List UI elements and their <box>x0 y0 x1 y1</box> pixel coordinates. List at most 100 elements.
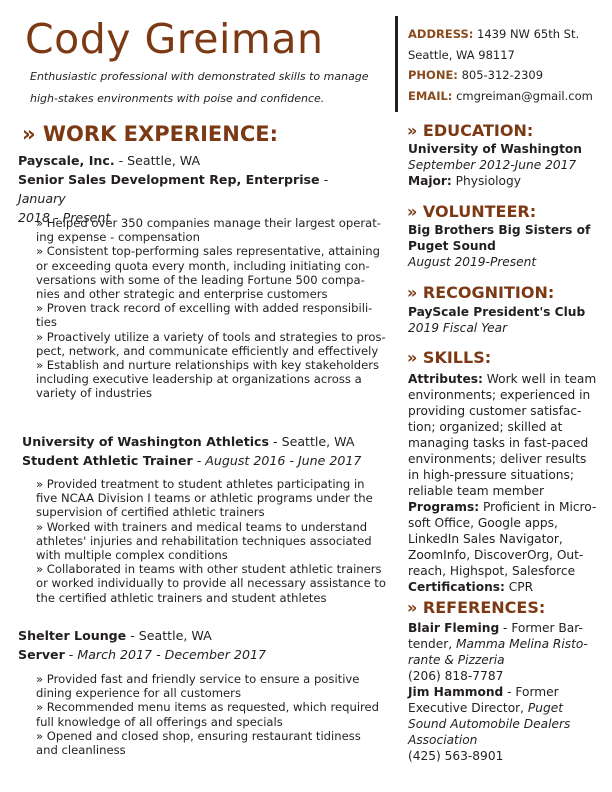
attributes-line: environments; deliver results <box>408 452 587 466</box>
heading-text: SKILLS: <box>422 348 492 367</box>
tagline-line: high-stakes environments with poise and … <box>30 92 325 105</box>
programs-label: Programs: <box>408 500 480 514</box>
bullet-line: » Provided fast and friendly service to … <box>36 672 360 686</box>
bullet-line: » Collaborated in teams with other stude… <box>36 562 382 577</box>
education-block: University of Washington September 2012-… <box>408 141 608 189</box>
programs-line: ZoomInfo, DiscoverOrg, Out- <box>408 548 584 562</box>
bullet-line: » Helped over 350 companies manage their… <box>36 216 381 230</box>
bullet-line: » Establish and nurture relationships wi… <box>36 358 380 373</box>
tagline-line: Enthusiastic professional with demonstra… <box>30 70 369 83</box>
reference-place: Mamma Melina Risto- <box>456 637 588 651</box>
bullet-line: and cleanliness <box>36 743 126 758</box>
reference-line: Executive Director, Puget <box>408 700 608 716</box>
bullet: » Proven track record of excelling with … <box>36 301 386 329</box>
bullet-line: » Opened and closed shop, ensuring resta… <box>36 728 361 743</box>
job-shelter-lounge: Shelter Lounge - Seattle, WA Server - Ma… <box>18 626 378 664</box>
bullet-line: ing expense - compensation <box>36 230 200 245</box>
heading-marker: » <box>22 122 36 146</box>
attributes-line: tion; organized; skilled at <box>408 420 563 434</box>
job-title-line: Student Athletic Trainer - August 2016 -… <box>22 451 382 470</box>
bullet-line: supervision of certified athletic traine… <box>36 505 265 520</box>
job-bullets-payscale: » Helped over 350 companies manage their… <box>36 216 386 401</box>
bullet-line: pect, network, and communicate efficient… <box>36 343 379 358</box>
major-line: Major: Physiology <box>408 173 608 189</box>
reference-line: Blair Fleming - Former Bar- <box>408 620 608 636</box>
job-location: - Seattle, WA <box>269 434 355 449</box>
bullet: » Consistent top-performing sales repres… <box>36 244 386 301</box>
major-label: Major: <box>408 174 452 188</box>
volunteer-heading: » VOLUNTEER: <box>407 201 536 223</box>
attributes-label: Attributes: <box>408 372 483 386</box>
attributes-line: environments; experienced in <box>408 388 591 402</box>
bullet: » Provided treatment to student athletes… <box>36 477 386 520</box>
skills-block: Attributes: Work well in team environmen… <box>408 371 608 595</box>
bullet-line: nies and other strategic and enterprise … <box>36 287 328 302</box>
attributes-line: managing tasks in fast-paced <box>408 436 589 450</box>
reference-name: Blair Fleming <box>408 621 500 635</box>
bullet-line: or exceeding quota every month, includin… <box>36 258 370 273</box>
job-org-line: Shelter Lounge - Seattle, WA <box>18 626 378 645</box>
award-name: PayScale President's Club <box>408 305 586 319</box>
email-label: EMAIL: <box>408 88 453 103</box>
phone-label: PHONE: <box>408 68 458 82</box>
certifications-line: Certifications: CPR <box>408 579 608 595</box>
recognition-heading: » RECOGNITION: <box>407 282 554 304</box>
reference-role: - Former <box>503 685 559 699</box>
candidate-name: Cody Greiman <box>25 15 324 63</box>
job-org: Payscale, Inc. <box>18 153 115 168</box>
programs-line: soft Office, Google apps, <box>408 516 558 530</box>
bullet-line: or worked individually to provide all ne… <box>36 576 386 591</box>
school-name: University of Washington <box>408 142 582 156</box>
heading-marker: » <box>407 348 418 367</box>
work-experience-heading: » WORK EXPERIENCE: <box>22 121 278 147</box>
major-value: Physiology <box>451 174 521 188</box>
bullet-line: variety of industries <box>36 386 153 401</box>
heading-text: WORK EXPERIENCE: <box>42 122 278 146</box>
job-dates: - March 2017 - December 2017 <box>64 647 266 662</box>
email-value: cmgreiman@gmail.com <box>456 88 593 103</box>
bullet: » Collaborated in teams with other stude… <box>36 562 386 605</box>
bullet-line: five NCAA Division I teams or athletic p… <box>36 491 373 506</box>
bullet-line: versations with some of the leading Fort… <box>36 272 365 287</box>
heading-marker: » <box>407 598 418 617</box>
bullet-line: » Recommended menu items as requested, w… <box>36 700 380 715</box>
address-value: 1439 NW 65th St. <box>477 27 580 41</box>
heading-marker: » <box>407 283 418 302</box>
heading-text: EDUCATION: <box>422 121 534 140</box>
address-label: ADDRESS: <box>408 27 474 41</box>
bullet-line: dining experience for all customers <box>36 686 241 701</box>
volunteer-block: Big Brothers Big Sisters of Puget Sound … <box>408 222 608 270</box>
job-bullets-uw: » Provided treatment to student athletes… <box>36 477 386 605</box>
reference-line: tender, Mamma Melina Risto- <box>408 636 608 652</box>
bullet-line: » Worked with trainers and medical teams… <box>36 519 368 534</box>
heading-marker: » <box>407 121 418 140</box>
bullet-line: » Proactively utilize a variety of tools… <box>36 329 386 344</box>
bullet: » Proactively utilize a variety of tools… <box>36 330 386 358</box>
programs-line: reach, Highspot, Salesforce <box>408 564 576 578</box>
job-location: - Seattle, WA <box>126 628 212 643</box>
programs-text: Proficient in Micro- <box>479 500 597 514</box>
reference-role: Executive Director, <box>408 701 528 715</box>
bullet-line: » Consistent top-performing sales repres… <box>36 244 380 259</box>
award-year: 2019 Fiscal Year <box>408 321 508 335</box>
address-line-2: Seattle, WA 98117 <box>408 47 515 62</box>
heading-text: REFERENCES: <box>422 598 546 617</box>
skills-heading: » SKILLS: <box>407 347 491 369</box>
programs-line: Programs: Proficient in Micro- <box>408 499 608 515</box>
attributes-line: providing customer satisfac- <box>408 404 582 418</box>
education-dates: September 2012-June 2017 <box>408 158 577 172</box>
bullet: » Recommended menu items as requested, w… <box>36 700 386 728</box>
job-org: Shelter Lounge <box>18 628 127 643</box>
job-title: Server <box>18 647 65 662</box>
attributes-line: Attributes: Work well in team <box>408 371 608 387</box>
bullet-line: » Provided treatment to student athletes… <box>36 477 365 491</box>
bullet-line: athletes' injuries and rehabilitation te… <box>36 533 372 548</box>
reference-place: Puget <box>527 701 564 715</box>
heading-marker: » <box>407 202 418 221</box>
bullet-line: the certified athletic trainers and stud… <box>36 590 327 605</box>
job-dates: - August 2016 - June 2017 <box>192 453 362 468</box>
references-heading: » REFERENCES: <box>407 597 545 619</box>
tagline: Enthusiastic professional with demonstra… <box>30 66 390 110</box>
heading-text: VOLUNTEER: <box>422 202 537 221</box>
contact-block: ADDRESS: 1439 NW 65th St. Seattle, WA 98… <box>408 24 608 106</box>
